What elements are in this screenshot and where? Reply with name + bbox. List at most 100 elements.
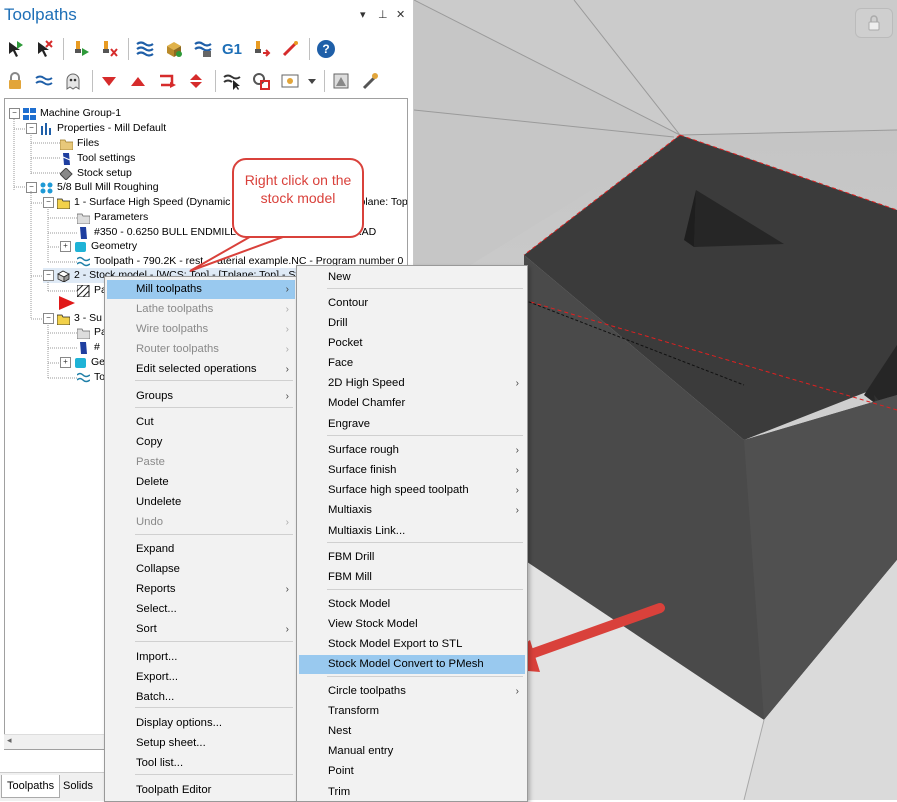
menu-item-point[interactable]: Point: [299, 762, 525, 781]
menu-item-label: Contour: [328, 297, 369, 309]
menu-item-stock-model-export-to-stl[interactable]: Stock Model Export to STL: [299, 635, 525, 654]
menu-item-surface-finish[interactable]: Surface finish ›: [299, 461, 525, 480]
menu-item-label: Pocket: [328, 337, 363, 349]
menu-item-label: Face: [328, 357, 354, 369]
menu-item-label: Groups: [136, 390, 174, 402]
menu-item-label: Nest: [328, 725, 352, 737]
menu-item-mill-toolpaths[interactable]: Mill toolpaths ›: [107, 280, 295, 299]
menu-item-label: New: [328, 271, 351, 283]
menu-item-label: Engrave: [328, 418, 371, 430]
menu-item-new[interactable]: New: [299, 268, 525, 287]
submenu-arrow-icon: ›: [515, 465, 519, 476]
menu-item-select[interactable]: Select...: [107, 600, 295, 619]
menu-item-transform[interactable]: Transform: [299, 702, 525, 721]
menu-item-label: Multiaxis Link...: [328, 525, 406, 537]
submenu-arrow-icon: ›: [515, 485, 519, 496]
menu-item-label: Setup sheet...: [136, 737, 206, 749]
menu-item-display-options[interactable]: Display options...: [107, 714, 295, 733]
menu-item-label: Point: [328, 765, 354, 777]
menu-item-2d-high-speed[interactable]: 2D High Speed ›: [299, 374, 525, 393]
menu-item-label: Surface rough: [328, 444, 399, 456]
submenu-arrow-icon: ›: [285, 364, 289, 375]
menu-item-import[interactable]: Import...: [107, 648, 295, 667]
menu-item-export[interactable]: Export...: [107, 668, 295, 687]
menu-item-view-stock-model[interactable]: View Stock Model: [299, 615, 525, 634]
menu-item-label: Undo: [136, 516, 164, 528]
submenu-arrow-icon: ›: [285, 391, 289, 402]
menu-item-face[interactable]: Face: [299, 354, 525, 373]
menu-item-delete[interactable]: Delete: [107, 473, 295, 492]
menu-item-label: Lathe toolpaths: [136, 303, 214, 315]
submenu-arrow-icon: ›: [285, 517, 289, 528]
menu-separator: [327, 288, 523, 289]
submenu-arrow-icon: ›: [285, 584, 289, 595]
menu-item-label: View Stock Model: [328, 618, 418, 630]
submenu-arrow-icon: ›: [285, 624, 289, 635]
menu-item-drill[interactable]: Drill: [299, 314, 525, 333]
menu-item-surface-high-speed-toolpath[interactable]: Surface high speed toolpath ›: [299, 481, 525, 500]
menu-item-model-chamfer[interactable]: Model Chamfer: [299, 394, 525, 413]
menu-item-tool-list[interactable]: Tool list...: [107, 754, 295, 773]
menu-separator: [327, 435, 523, 436]
menu-item-reports[interactable]: Reports ›: [107, 580, 295, 599]
menu-item-label: Transform: [328, 705, 380, 717]
menu-item-expand[interactable]: Expand: [107, 540, 295, 559]
menu-item-wire-toolpaths: Wire toolpaths ›: [107, 320, 295, 339]
menu-item-nest[interactable]: Nest: [299, 722, 525, 741]
menu-separator: [135, 407, 293, 408]
menu-item-undelete[interactable]: Undelete: [107, 493, 295, 512]
menu-item-label: Import...: [136, 651, 178, 663]
menu-item-toolpath-editor[interactable]: Toolpath Editor: [107, 781, 295, 800]
submenu-arrow-icon: ›: [515, 505, 519, 516]
menu-item-label: Stock Model: [328, 598, 391, 610]
menu-item-multiaxis[interactable]: Multiaxis ›: [299, 501, 525, 520]
menu-separator: [327, 589, 523, 590]
submenu-arrow-icon: ›: [515, 445, 519, 456]
menu-item-batch[interactable]: Batch...: [107, 688, 295, 707]
context-menu: Mill toolpaths › Lathe toolpaths › Wire tool…: [104, 276, 298, 802]
menu-item-label: Trim: [328, 786, 351, 798]
menu-item-collapse[interactable]: Collapse: [107, 560, 295, 579]
menu-item-stock-model-convert-to-pmesh[interactable]: Stock Model Convert to PMesh: [299, 655, 525, 674]
menu-separator: [135, 380, 293, 381]
menu-item-lathe-toolpaths: Lathe toolpaths ›: [107, 300, 295, 319]
menu-item-manual-entry[interactable]: Manual entry: [299, 742, 525, 761]
menu-item-contour[interactable]: Contour: [299, 294, 525, 313]
menu-item-label: Delete: [136, 476, 169, 488]
callout-text: Right click on the stock model: [244, 172, 352, 206]
menu-item-label: Expand: [136, 543, 175, 555]
menu-item-surface-rough[interactable]: Surface rough ›: [299, 441, 525, 460]
submenu-arrow-icon: ›: [515, 378, 519, 389]
menu-item-edit-selected-operations[interactable]: Edit selected operations ›: [107, 360, 295, 379]
menu-item-label: Model Chamfer: [328, 397, 406, 409]
menu-item-label: Toolpath Editor: [136, 784, 212, 796]
menu-item-sort[interactable]: Sort ›: [107, 620, 295, 639]
submenu-arrow-icon: ›: [285, 324, 289, 335]
mill-toolpaths-submenu: New Contour Drill Pocket Face 2D High Speed › M…: [296, 265, 528, 802]
menu-item-circle-toolpaths[interactable]: Circle toolpaths ›: [299, 682, 525, 701]
menu-item-setup-sheet[interactable]: Setup sheet...: [107, 734, 295, 753]
menu-item-paste: Paste: [107, 453, 295, 472]
menu-item-engrave[interactable]: Engrave: [299, 415, 525, 434]
menu-item-fbm-mill[interactable]: FBM Mill: [299, 568, 525, 587]
menu-separator: [135, 707, 293, 708]
menu-item-cut[interactable]: Cut: [107, 413, 295, 432]
menu-item-label: Drill: [328, 317, 348, 329]
menu-item-label: Select...: [136, 603, 177, 615]
menu-item-label: Copy: [136, 436, 163, 448]
menu-item-label: Mill toolpaths: [136, 283, 202, 295]
menu-item-copy[interactable]: Copy: [107, 433, 295, 452]
submenu-arrow-icon: ›: [285, 344, 289, 355]
menu-item-trim[interactable]: Trim: [299, 783, 525, 802]
menu-item-label: FBM Drill: [328, 551, 375, 563]
menu-item-label: Display options...: [136, 717, 223, 729]
menu-item-groups[interactable]: Groups ›: [107, 387, 295, 406]
menu-item-pocket[interactable]: Pocket: [299, 334, 525, 353]
menu-item-label: Reports: [136, 583, 176, 595]
submenu-arrow-icon: ›: [285, 284, 289, 295]
menu-item-undo: Undo ›: [107, 513, 295, 532]
menu-item-multiaxis-link[interactable]: Multiaxis Link...: [299, 522, 525, 541]
menu-item-stock-model[interactable]: Stock Model: [299, 595, 525, 614]
menu-item-fbm-drill[interactable]: FBM Drill: [299, 548, 525, 567]
menu-item-label: 2D High Speed: [328, 377, 405, 389]
